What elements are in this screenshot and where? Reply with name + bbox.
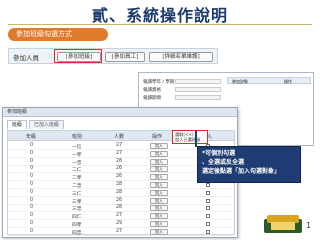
add-row-button[interactable]: 加入: [150, 182, 168, 188]
callout-line: *可個別勾選: [202, 150, 236, 157]
overlay-row-label: 報讀期間: [143, 96, 161, 101]
detail-list-button[interactable]: [詳細名單維護]: [149, 52, 213, 62]
participants-label: 參加人員: [13, 54, 39, 62]
table-row: 0 三忠 28 加入: [8, 204, 234, 213]
page-number: 1: [306, 221, 312, 230]
count-cell: 26: [116, 174, 123, 180]
overlay-table-header: 參加對象 操作: [227, 77, 311, 84]
count-cell: 29: [116, 221, 123, 226]
add-row-button[interactable]: 加入: [150, 213, 168, 220]
add-row-button[interactable]: 加入: [150, 197, 168, 204]
select-checkbox[interactable]: [206, 198, 210, 203]
table-row: 0 四仁 27 加入: [8, 212, 234, 221]
add-row-button[interactable]: 加入: [150, 189, 168, 196]
title-divider: [8, 24, 312, 25]
instruction-callout: *可個別勾選 、全選或反全選 選定後點選「加入勾選對象」: [197, 146, 301, 183]
select-all-action[interactable]: 選取(<<) 加入已選班級: [172, 130, 208, 144]
table-row: 0 三仁 28 加入: [8, 189, 234, 197]
slide-title: 貳、系統操作說明: [91, 6, 228, 25]
tab-classes[interactable]: 班級: [7, 120, 28, 129]
add-row-button[interactable]: 加入: [150, 228, 168, 235]
overlay-value-field: [175, 95, 221, 100]
school-logo-icon: [264, 215, 302, 233]
grade-cell: 0: [30, 158, 34, 164]
add-row-button[interactable]: 加入: [150, 150, 168, 157]
count-cell: 26: [116, 166, 123, 172]
grade-cell: 0: [30, 166, 34, 172]
add-row-button[interactable]: 加入: [150, 143, 168, 149]
overlay-value-field: [175, 79, 221, 84]
table-row: 0 四孝 29 加入: [8, 220, 234, 228]
overlay-row-label: 報讀學年 / 學期: [143, 80, 175, 85]
grade-cell: 0: [30, 182, 34, 187]
col-class: 班別: [72, 134, 83, 140]
count-cell: 27: [116, 150, 123, 156]
grade-cell: 0: [30, 213, 34, 219]
count-cell: 28: [116, 189, 123, 195]
join-staff-button[interactable]: [參加員工]: [105, 52, 145, 62]
class-cell: 四忠: [72, 230, 82, 236]
callout-line: 選定後點選「加入勾選對象」: [202, 168, 281, 175]
select-checkbox[interactable]: [206, 190, 210, 195]
count-cell: 27: [116, 143, 123, 148]
grade-cell: 0: [30, 143, 34, 148]
col-action: 操作: [152, 134, 163, 140]
select-checkbox[interactable]: [206, 214, 210, 219]
select-checkbox[interactable]: [206, 222, 210, 226]
select-checkbox[interactable]: [206, 206, 210, 211]
add-row-button[interactable]: 加入: [150, 158, 168, 165]
overlay-value-field: [175, 87, 221, 92]
window-title: 參加班級: [3, 108, 237, 117]
callout-pointer: [195, 131, 197, 147]
overlay-col-target: 參加對象: [232, 79, 248, 84]
callout-line: 、全選或反全選: [202, 159, 245, 166]
add-row-button[interactable]: 加入: [150, 174, 168, 181]
col-count: 人數: [114, 134, 125, 140]
count-cell: 26: [116, 197, 123, 203]
add-row-button[interactable]: 加入: [150, 166, 168, 173]
select-checkbox[interactable]: [206, 229, 210, 234]
table-row: 0 三孝 26 加入: [8, 197, 234, 205]
grade-cell: 0: [30, 197, 34, 203]
grade-cell: 0: [30, 174, 34, 180]
grade-cell: 0: [30, 221, 34, 226]
overlay-col-action: 操作: [284, 79, 292, 84]
participants-form-strip: 參加人員 [參加班級] [參加員工] [詳細名單維護]: [8, 48, 218, 64]
add-row-button[interactable]: 加入: [150, 205, 168, 212]
count-cell: 28: [116, 182, 123, 187]
count-cell: 28: [116, 158, 123, 164]
section-label: 參加班級勾選方式: [8, 28, 108, 41]
add-row-button[interactable]: 加入: [150, 221, 168, 227]
overlay-row-label: 報讀資格: [143, 88, 161, 93]
grade-cell: 0: [30, 150, 34, 156]
grade-cell: 0: [30, 205, 34, 211]
col-grade: 年級: [26, 134, 37, 140]
tab-joined-classes[interactable]: 已加入班級: [29, 120, 65, 129]
count-cell: 27: [116, 213, 123, 219]
grade-cell: 0: [30, 189, 34, 195]
count-cell: 27: [116, 228, 123, 234]
grade-cell: 0: [30, 228, 34, 234]
select-checkbox[interactable]: [206, 183, 210, 187]
table-row: 0 四忠 27 加入: [8, 228, 234, 236]
join-class-highlight: [54, 49, 102, 63]
count-cell: 28: [116, 205, 123, 211]
